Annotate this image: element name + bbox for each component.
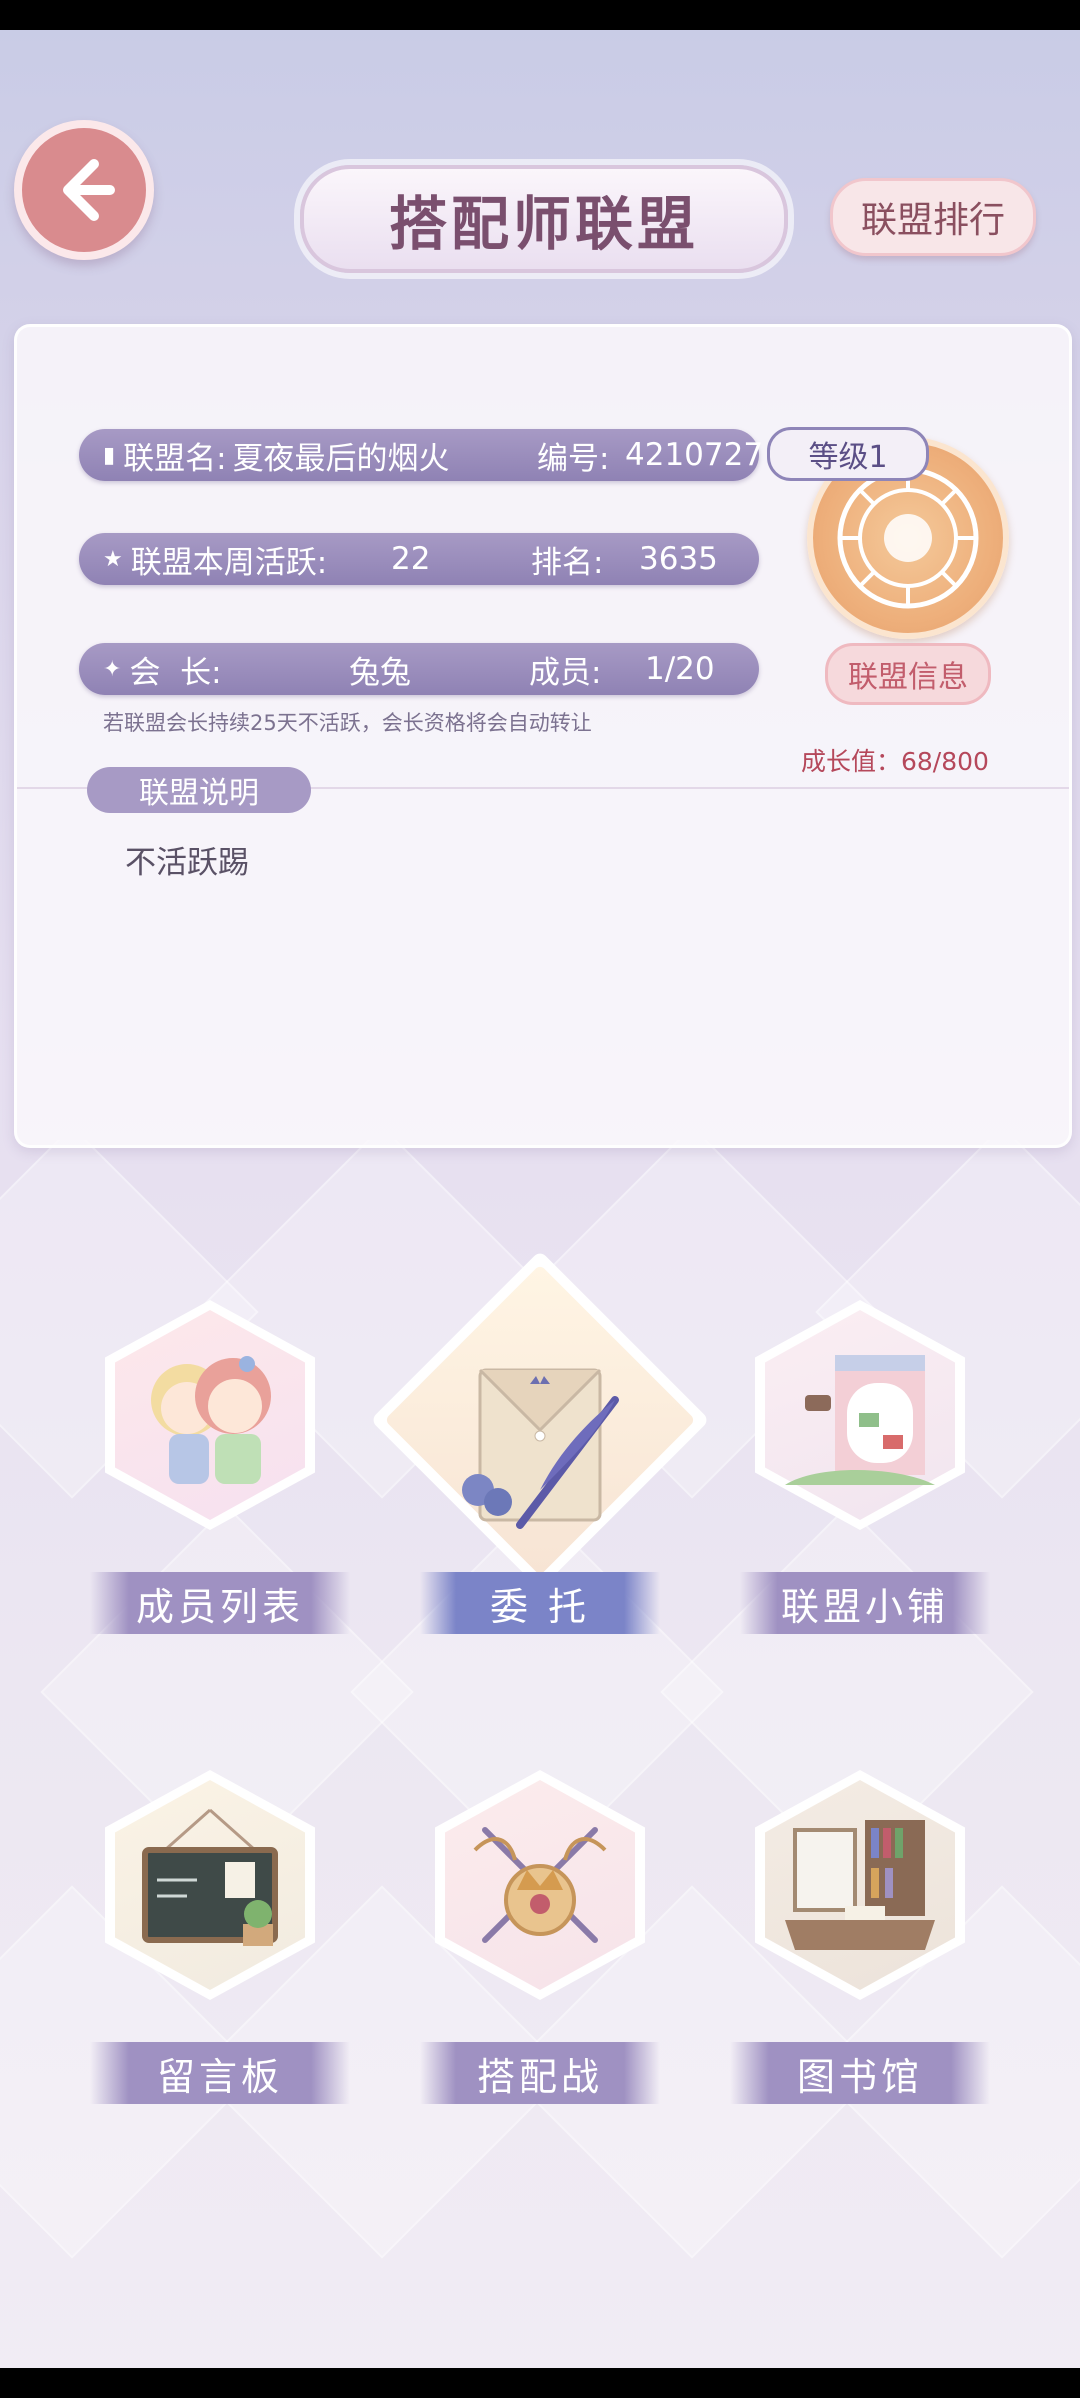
- library-desk-icon: [785, 1820, 935, 1950]
- leader-row: ✦ 会 长: 兔兔 成员: 1/20: [79, 643, 759, 695]
- weekly-activity-value: 22: [391, 541, 431, 577]
- members-value: 1/20: [645, 651, 715, 687]
- sun-emblem-icon: [837, 467, 979, 609]
- page-title: 搭配师联盟: [388, 190, 699, 258]
- rank-value: 3635: [639, 541, 718, 577]
- members-girls-icon: [151, 1356, 271, 1484]
- alliance-name: 夏夜最后的烟火: [232, 440, 450, 477]
- description-label: 联盟说明: [87, 767, 311, 813]
- menu-commission-label: 委 托: [420, 1572, 660, 1634]
- alliance-info-button[interactable]: 联盟信息: [825, 643, 991, 705]
- menu-library-label: 图书馆: [730, 2042, 990, 2104]
- alliance-name-label: 联盟名:: [123, 440, 227, 477]
- weekly-activity-label: 联盟本周活跃:: [130, 544, 328, 581]
- menu-members[interactable]: 成员列表: [90, 1300, 350, 1640]
- alliance-level-badge: 等级1: [767, 427, 929, 481]
- alliance-id: 4210727: [625, 437, 764, 473]
- envelope-quill-icon: [462, 1368, 619, 1529]
- menu-commission[interactable]: 委 托: [370, 1250, 710, 1640]
- weekly-activity-row: ★ 联盟本周活跃: 22 排名: 3635: [79, 533, 759, 585]
- alliance-name-row: ▮ 联盟名: 夏夜最后的烟火 编号: 4210727: [79, 429, 763, 481]
- menu-shop-label: 联盟小铺: [740, 1572, 990, 1634]
- alliance-id-label: 编号:: [537, 440, 610, 477]
- menu-styling-battle-label: 搭配战: [420, 2042, 660, 2104]
- leader-label: 会 长:: [129, 654, 222, 691]
- back-button[interactable]: [14, 120, 154, 260]
- members-label: 成员:: [529, 654, 602, 691]
- menu-styling-battle[interactable]: 搭配战: [420, 1770, 660, 2110]
- chalkboard-icon: [142, 1808, 278, 1946]
- rank-label: 排名:: [531, 544, 604, 581]
- menu-library[interactable]: 图书馆: [730, 1770, 990, 2110]
- star-icon: ★: [103, 546, 123, 572]
- page-title-plate: 搭配师联盟: [300, 165, 788, 273]
- menu-members-label: 成员列表: [90, 1572, 350, 1634]
- arrow-left-icon: [63, 159, 115, 221]
- leader-name: 兔兔: [349, 654, 411, 691]
- status-bar: [0, 0, 1080, 30]
- growth-value: 成长值：68/800: [801, 747, 989, 776]
- shop-front-icon: [785, 1355, 935, 1485]
- crossed-swords-crown-icon: [473, 1827, 607, 1943]
- sparkle-icon: ✦: [103, 656, 122, 682]
- navigation-bar: [0, 2368, 1080, 2398]
- book-icon: ▮: [103, 442, 116, 468]
- alliance-info-panel: ▮ 联盟名: 夏夜最后的烟火 编号: 4210727 ★ 联盟本周活跃: 22 …: [14, 324, 1072, 1148]
- description-text: 不活跃踢: [125, 845, 249, 881]
- menu-message-board[interactable]: 留言板: [90, 1770, 350, 2110]
- alliance-ranking-button[interactable]: 联盟排行: [830, 178, 1036, 256]
- menu-shop[interactable]: 联盟小铺: [740, 1300, 990, 1640]
- menu-message-board-label: 留言板: [90, 2042, 350, 2104]
- leader-transfer-hint: 若联盟会长持续25天不活跃，会长资格将会自动转让: [103, 711, 592, 735]
